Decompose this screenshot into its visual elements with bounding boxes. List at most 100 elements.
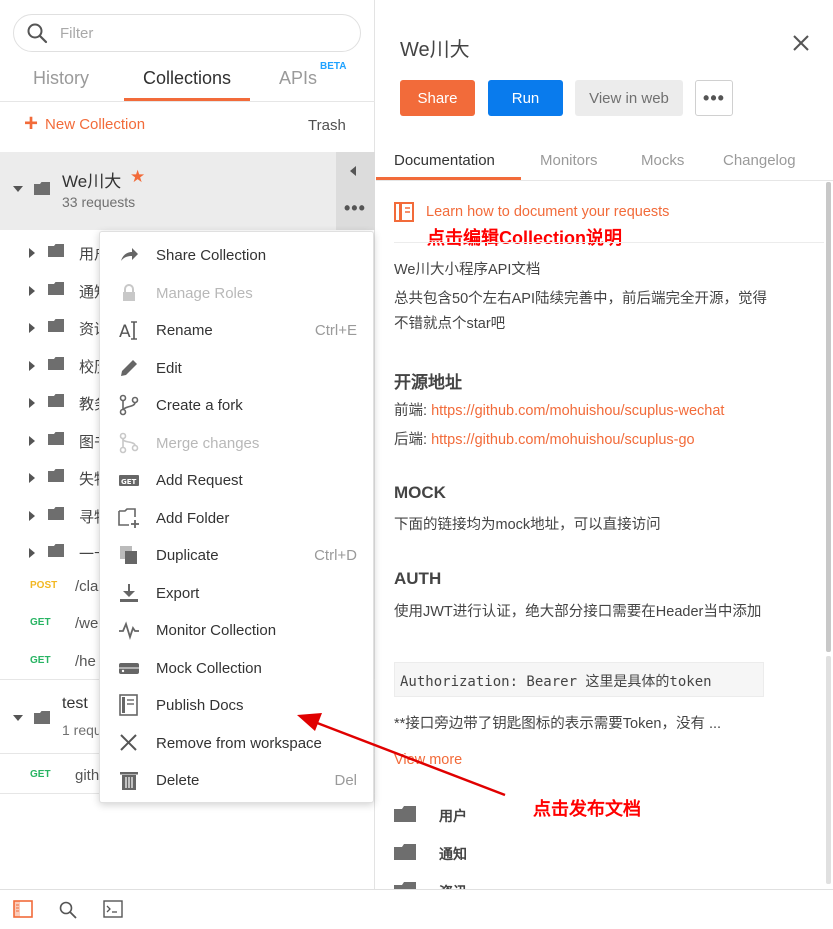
share-button[interactable]: Share: [400, 80, 475, 116]
rename-icon: A: [119, 321, 137, 341]
tab-documentation[interactable]: Documentation: [394, 152, 495, 169]
book-icon: [394, 202, 414, 222]
menu-item-label: Create a fork: [156, 397, 243, 414]
menu-item-label: Monitor Collection: [156, 622, 277, 639]
trash-link[interactable]: Trash: [308, 117, 346, 134]
toggle-sidebar-icon[interactable]: [13, 900, 33, 918]
menu-item-manage-roles: Manage Roles: [100, 275, 375, 312]
folder-icon: [48, 394, 64, 407]
view-in-web-button[interactable]: View in web: [575, 80, 683, 116]
search-icon: [27, 23, 48, 44]
chevron-down-icon[interactable]: [13, 185, 23, 193]
folder-row[interactable]: 图书: [0, 426, 109, 456]
chevron-right-icon[interactable]: [29, 286, 35, 296]
active-tab-underline: [124, 98, 250, 101]
download-icon: [120, 584, 138, 602]
menu-item-remove-from-workspace[interactable]: Remove from workspace: [100, 725, 375, 762]
chevron-right-icon[interactable]: [29, 511, 35, 521]
status-bar: [0, 889, 833, 929]
expand-arrow-icon[interactable]: [350, 166, 356, 176]
console-icon[interactable]: [103, 900, 123, 918]
request-url: /he: [75, 653, 96, 670]
chevron-right-icon[interactable]: [29, 398, 35, 408]
folder-row[interactable]: 资讯: [0, 313, 109, 343]
tab-apis[interactable]: APIsBETA: [279, 61, 347, 89]
chevron-right-icon[interactable]: [29, 248, 35, 258]
chevron-right-icon[interactable]: [29, 361, 35, 371]
doc-mock-text: 下面的链接均为mock地址，可以直接访问: [394, 517, 661, 533]
folder-row[interactable]: 失物: [0, 463, 109, 493]
close-icon[interactable]: [792, 34, 810, 52]
folder-icon: [48, 469, 64, 482]
chevron-right-icon[interactable]: [29, 548, 35, 558]
folder-row[interactable]: 教务: [0, 388, 109, 418]
new-collection-button[interactable]: + New Collection: [24, 110, 145, 137]
menu-item-export[interactable]: Export: [100, 575, 375, 612]
chevron-down-icon[interactable]: [13, 714, 23, 722]
collection-header[interactable]: We川大 ★ 33 requests •••: [0, 152, 375, 230]
method-badge: GET: [30, 655, 51, 666]
add-folder-icon: [118, 508, 139, 528]
tab-collections[interactable]: Collections: [143, 68, 231, 89]
chevron-right-icon[interactable]: [29, 473, 35, 483]
backend-repo-link[interactable]: https://github.com/mohuishou/scuplus-go: [431, 432, 695, 448]
scrollbar[interactable]: [826, 182, 831, 652]
folder-icon: [34, 182, 50, 195]
menu-item-share-collection[interactable]: Share Collection: [100, 237, 375, 274]
folder-icon: [48, 319, 64, 332]
menu-item-label: Add Folder: [156, 510, 230, 527]
tab-changelog[interactable]: Changelog: [723, 152, 796, 169]
doc-folder-name: 通知: [439, 846, 467, 862]
frontend-repo-link[interactable]: https://github.com/mohuishou/scuplus-wec…: [431, 403, 724, 419]
doc-description-line1: We川大小程序API文档: [394, 262, 541, 278]
folder-row[interactable]: 校历: [0, 351, 109, 381]
collection-context-menu: Share Collection Manage Roles A Rename Ctrl+…: [99, 231, 374, 803]
more-actions-button[interactable]: •••: [695, 80, 733, 116]
star-icon[interactable]: ★: [130, 167, 145, 187]
method-badge: GET: [30, 769, 51, 780]
folder-icon: [48, 357, 64, 370]
menu-item-monitor-collection[interactable]: Monitor Collection: [100, 612, 375, 649]
menu-item-rename[interactable]: A Rename Ctrl+E: [100, 312, 375, 349]
menu-item-duplicate[interactable]: Duplicate Ctrl+D: [100, 537, 375, 574]
folder-row[interactable]: 一卡: [0, 538, 109, 568]
pencil-icon: [121, 360, 137, 376]
chevron-right-icon[interactable]: [29, 436, 35, 446]
menu-item-label: Manage Roles: [156, 285, 253, 302]
menu-item-add-request[interactable]: GET Add Request: [100, 462, 375, 499]
tab-apis-label: APIs: [279, 68, 318, 88]
menu-item-mock-collection[interactable]: Mock Collection: [100, 650, 375, 687]
plus-icon: +: [24, 110, 39, 137]
folder-row[interactable]: 用户: [0, 238, 109, 268]
learn-docs-link[interactable]: Learn how to document your requests: [394, 202, 669, 222]
menu-item-shortcut: Ctrl+E: [314, 322, 357, 339]
run-button[interactable]: Run: [488, 80, 563, 116]
tab-history[interactable]: History: [33, 68, 89, 89]
page-title: We川大: [400, 39, 470, 61]
tab-mocks[interactable]: Mocks: [641, 152, 684, 169]
duplicate-icon: [120, 546, 137, 564]
menu-item-label: Mock Collection: [156, 660, 262, 677]
menu-item-publish-docs[interactable]: Publish Docs: [100, 687, 375, 724]
request-url: /cla: [75, 578, 99, 595]
menu-item-label: Edit: [156, 360, 182, 377]
fork-icon: [119, 394, 139, 416]
more-options-icon[interactable]: •••: [344, 198, 366, 219]
menu-item-edit[interactable]: Edit: [100, 350, 375, 387]
doc-folder-name: 用户: [439, 808, 467, 824]
menu-item-label: Merge changes: [156, 435, 260, 452]
folder-row[interactable]: 寻物: [0, 501, 109, 531]
view-more-link[interactable]: View more: [394, 752, 462, 768]
menu-item-label: Duplicate: [156, 547, 219, 564]
collection-request-count: 33 requests: [62, 194, 136, 210]
trash-icon: [120, 772, 138, 790]
menu-item-create-a-fork[interactable]: Create a fork: [100, 387, 375, 424]
beta-badge: BETA: [320, 61, 347, 72]
find-replace-icon[interactable]: [58, 900, 78, 920]
folder-row[interactable]: 通知: [0, 276, 109, 306]
chevron-right-icon[interactable]: [29, 323, 35, 333]
menu-item-add-folder[interactable]: Add Folder: [100, 500, 375, 537]
menu-item-delete[interactable]: Delete Del: [100, 762, 375, 799]
search-input[interactable]: Filter: [13, 14, 361, 52]
tab-monitors[interactable]: Monitors: [540, 152, 598, 169]
